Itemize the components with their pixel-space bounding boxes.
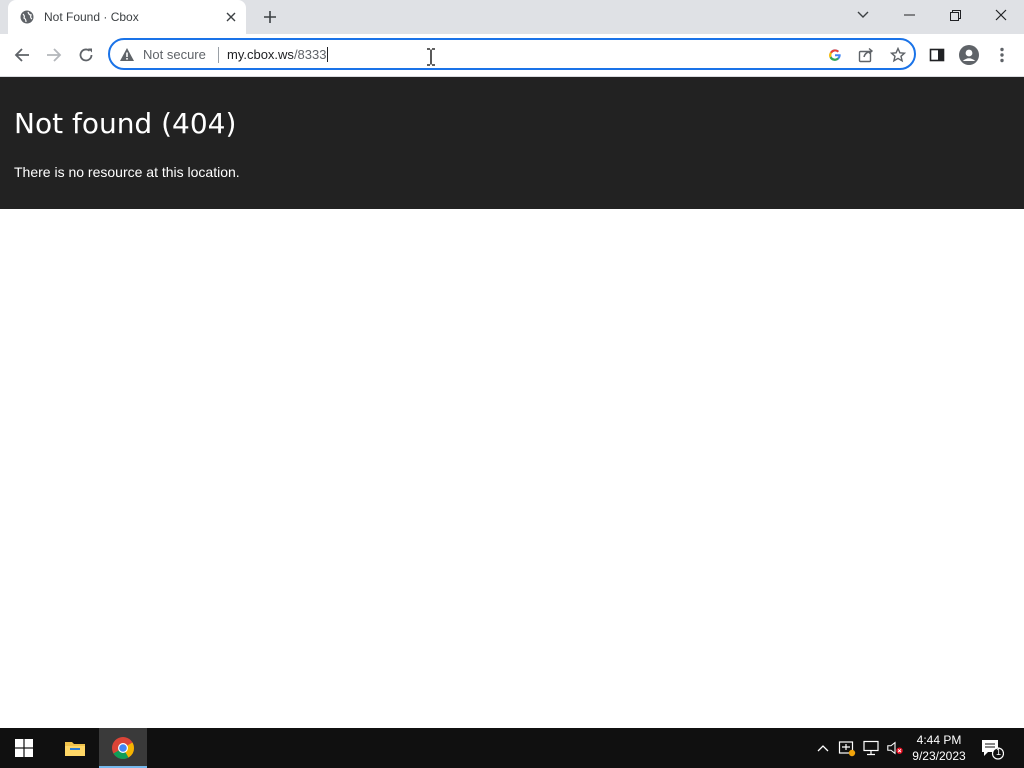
error-message: There is no resource at this location. (14, 164, 240, 180)
windows-start-icon[interactable] (0, 728, 48, 768)
network-icon[interactable] (862, 739, 880, 757)
globe-icon (20, 10, 34, 24)
browser-toolbar: Not secure my.cbox.ws/8333 (0, 34, 1024, 77)
volume-muted-icon[interactable] (886, 739, 904, 757)
browser-tab[interactable]: Not Found · Cbox (8, 0, 246, 34)
url-text[interactable]: my.cbox.ws/8333 (227, 47, 329, 62)
clock-date: 9/23/2023 (912, 749, 966, 763)
file-explorer-icon[interactable] (51, 728, 99, 768)
close-tab-icon[interactable] (222, 8, 240, 26)
action-center-notification-icon[interactable]: 1 (980, 738, 1005, 760)
omnibox-divider (218, 47, 219, 63)
security-label[interactable]: Not secure (143, 47, 206, 62)
share-icon[interactable] (857, 46, 875, 64)
address-bar[interactable]: Not secure my.cbox.ws/8333 (108, 38, 916, 70)
menu-kebab-icon[interactable] (987, 40, 1017, 70)
taskbar-clock[interactable]: 4:44 PM 9/23/2023 (906, 732, 972, 764)
tab-search-icon[interactable] (840, 0, 886, 30)
new-tab-icon[interactable] (259, 6, 281, 28)
back-icon[interactable] (7, 40, 37, 70)
security-center-icon[interactable] (838, 739, 856, 757)
restore-icon[interactable] (932, 0, 978, 30)
text-cursor-icon (426, 48, 436, 66)
clock-time: 4:44 PM (916, 733, 962, 747)
side-panel-icon[interactable] (922, 40, 952, 70)
url-path: /8333 (293, 47, 327, 62)
minimize-icon[interactable] (886, 0, 932, 30)
windows-taskbar: 4:44 PM 9/23/2023 1 (0, 728, 1024, 768)
tab-title: Not Found · Cbox (44, 10, 139, 24)
text-caret (327, 47, 329, 62)
notification-count-badge: 1 (995, 747, 1001, 757)
warning-icon[interactable] (119, 47, 135, 63)
profile-avatar-icon[interactable] (954, 40, 984, 70)
page-title: Not found (404) (14, 107, 237, 140)
error-banner: Not found (404) There is no resource at … (0, 77, 1024, 209)
forward-icon[interactable] (39, 40, 69, 70)
google-chrome-icon[interactable] (99, 728, 147, 768)
tab-strip: Not Found · Cbox (0, 0, 1024, 34)
close-window-icon[interactable] (978, 0, 1024, 30)
url-host: my.cbox.ws (227, 47, 294, 62)
bookmark-star-icon[interactable] (889, 46, 907, 64)
reload-icon[interactable] (71, 40, 101, 70)
google-lens-icon[interactable] (826, 46, 844, 64)
show-hidden-icons-chevron-up-icon[interactable] (814, 739, 832, 757)
